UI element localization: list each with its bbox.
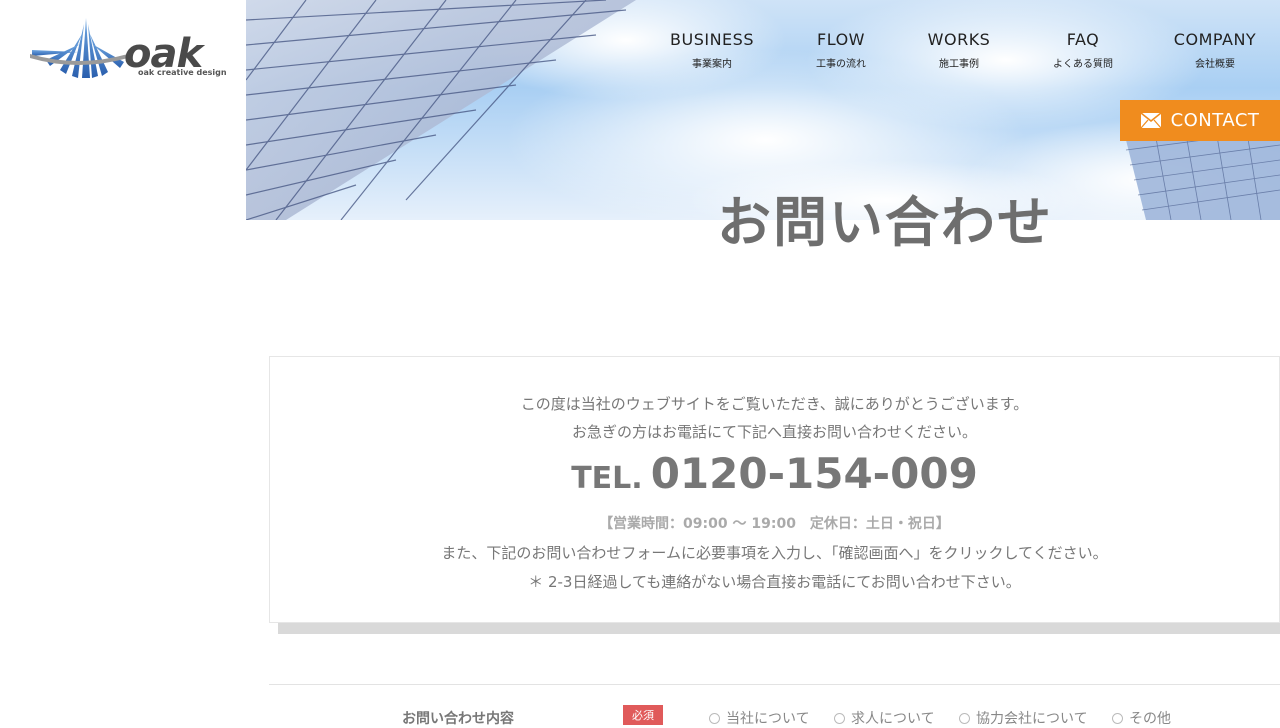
nav-item-flow-en: FLOW [817,30,865,49]
form-instruction: また、下記のお問い合わせフォームに必要事項を入力し、「確認画面へ」をクリックして… [441,544,1108,562]
mail-icon [1140,113,1161,128]
radio-option-label: その他 [1129,711,1171,727]
nav-item-works[interactable]: WORKS 施工事例 [928,30,991,70]
page-title: お問い合わせ [717,191,1053,254]
nav-item-business-en: BUSINESS [670,30,754,49]
contact-info-box: この度は当社のウェブサイトをご覧いただき、誠にありがとうございます。 お急ぎの方… [269,356,1280,623]
phone-number[interactable]: TEL. 0120-154-009 [270,449,1279,498]
nav-item-business[interactable]: BUSINESS 事業案内 [670,30,754,70]
business-hours: 【営業時間：09:00 ～ 19:00 定休日：土日・祝日】 [599,516,950,532]
nav-item-faq[interactable]: FAQ よくある質問 [1053,30,1113,70]
followup-note: ＊ 2-3日経過しても連絡がない場合直接お電話にてお問い合わせ下さい。 [528,573,1021,591]
form-divider [269,684,1280,685]
nav-item-works-ja: 施工事例 [939,59,979,70]
logo-emblem-icon [30,18,128,78]
info-urgent-note: お急ぎの方はお電話にて下記へ直接お問い合わせください。 [571,423,977,441]
nav-item-works-en: WORKS [927,30,991,49]
logo-tagline: oak creative design [138,68,227,77]
nav-item-company[interactable]: COMPANY 会社概要 [1174,30,1256,70]
radio-option-recruit[interactable]: 求人について [834,708,935,728]
nav-item-company-ja: 会社概要 [1194,59,1235,70]
contact-button-label: CONTACT [1170,110,1260,131]
radio-option-label: 協力会社について [976,711,1088,727]
site-logo[interactable]: oak oak creative design [28,14,246,84]
radio-circle-icon[interactable] [709,712,720,724]
info-greeting: この度は当社のウェブサイトをご覧いただき、誠にありがとうございます。 [520,395,1029,413]
inquiry-type-label: お問い合わせ内容 [402,711,514,727]
radio-circle-icon[interactable] [959,712,970,724]
radio-option-label: 求人について [851,711,935,727]
nav-item-faq-ja: よくある質問 [1053,59,1113,70]
radio-circle-icon[interactable] [834,712,845,724]
required-badge: 必須 [623,705,663,725]
nav-item-flow[interactable]: FLOW 工事の流れ [816,30,866,70]
radio-option-label: 当社について [726,711,810,727]
tel-prefix: TEL. [571,461,643,496]
contact-button[interactable]: CONTACT [1120,100,1280,141]
nav-item-faq-en: FAQ [1066,30,1100,49]
radio-option-other[interactable]: その他 [1112,708,1171,728]
radio-option-company[interactable]: 当社について [709,708,810,728]
nav-item-business-ja: 事業案内 [691,59,732,70]
tel-number: 0120-154-009 [650,449,978,498]
nav-item-flow-ja: 工事の流れ [816,59,866,70]
nav-item-company-en: COMPANY [1173,30,1257,49]
radio-option-partner[interactable]: 協力会社について [959,708,1088,728]
radio-circle-icon[interactable] [1112,712,1123,724]
